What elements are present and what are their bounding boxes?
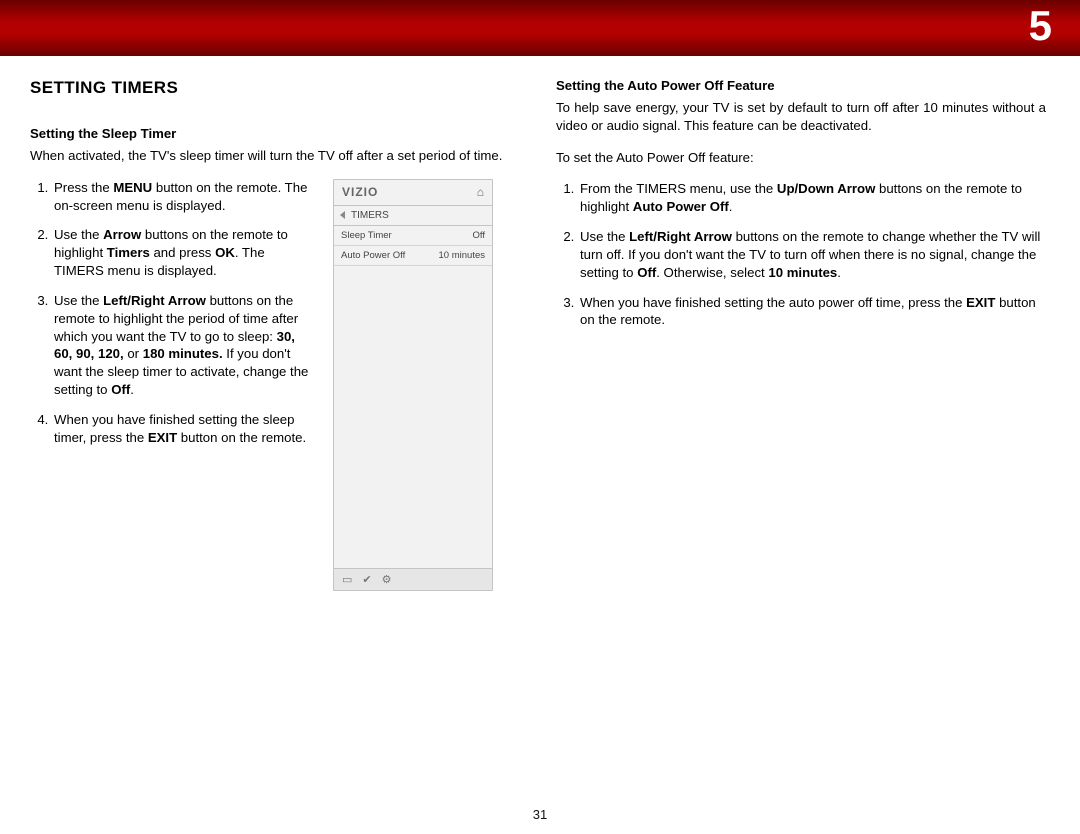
list-item: Use the Arrow buttons on the remote to h… xyxy=(52,226,315,279)
list-item: When you have finished setting the sleep… xyxy=(52,411,315,447)
sleep-timer-intro: When activated, the TV's sleep timer wil… xyxy=(30,147,520,165)
auto-power-heading: Setting the Auto Power Off Feature xyxy=(556,78,1046,93)
chevron-left-icon xyxy=(340,211,345,219)
list-item: Use the Left/Right Arrow buttons on the … xyxy=(52,292,315,399)
left-column: SETTING TIMERS Setting the Sleep Timer W… xyxy=(30,78,520,591)
auto-power-steps: From the TIMERS menu, use the Up/Down Ar… xyxy=(556,180,1046,329)
top-banner: 5 xyxy=(0,0,1080,56)
auto-power-lead: To set the Auto Power Off feature: xyxy=(556,149,1046,167)
home-icon: ⌂ xyxy=(477,185,484,199)
auto-power-intro: To help save energy, your TV is set by d… xyxy=(556,99,1046,135)
section-title: SETTING TIMERS xyxy=(30,78,520,98)
page-number: 31 xyxy=(0,807,1080,822)
chapter-number: 5 xyxy=(1029,2,1052,50)
list-item: Press the MENU button on the remote. The… xyxy=(52,179,315,215)
vizio-logo: VIZIO xyxy=(342,185,378,199)
content-area: SETTING TIMERS Setting the Sleep Timer W… xyxy=(30,78,1050,591)
osd-row-auto-power-off: Auto Power Off 10 minutes xyxy=(334,246,492,266)
wide-icon: ▭ xyxy=(342,573,352,586)
gear-icon: ⚙ xyxy=(382,573,392,586)
sleep-timer-heading: Setting the Sleep Timer xyxy=(30,126,520,141)
osd-menu-illustration: VIZIO ⌂ TIMERS Sleep Timer Off Auto Powe… xyxy=(333,179,493,591)
list-item: When you have finished setting the auto … xyxy=(578,294,1046,330)
right-column: Setting the Auto Power Off Feature To he… xyxy=(556,78,1046,591)
osd-breadcrumb: TIMERS xyxy=(334,206,492,226)
list-item: From the TIMERS menu, use the Up/Down Ar… xyxy=(578,180,1046,216)
osd-row-sleep-timer: Sleep Timer Off xyxy=(334,226,492,246)
sleep-timer-steps: Press the MENU button on the remote. The… xyxy=(30,179,315,447)
osd-breadcrumb-label: TIMERS xyxy=(351,210,389,221)
osd-header: VIZIO ⌂ xyxy=(334,180,492,206)
list-item: Use the Left/Right Arrow buttons on the … xyxy=(578,228,1046,281)
osd-footer: ▭ ✔ ⚙ xyxy=(334,568,492,590)
check-icon: ✔ xyxy=(362,573,371,586)
